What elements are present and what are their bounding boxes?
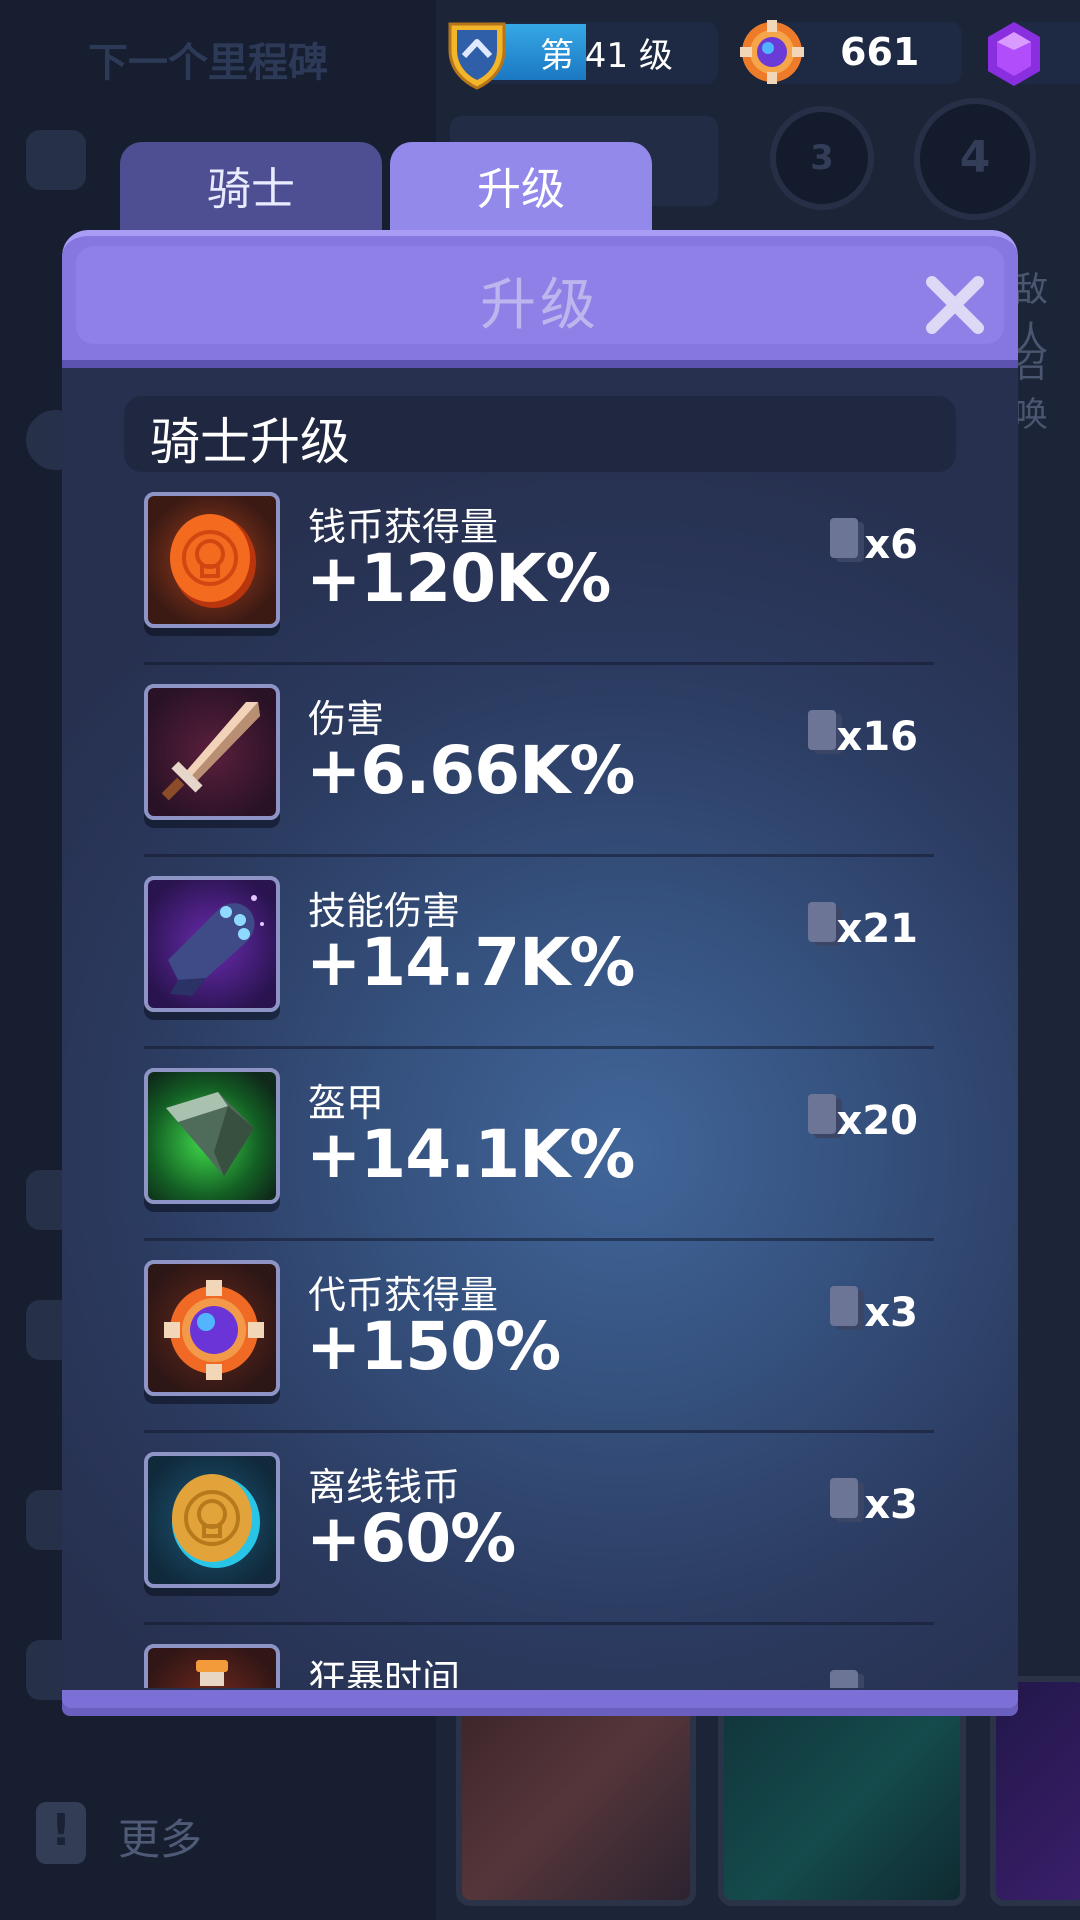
section-title: 骑士升级 bbox=[150, 413, 350, 471]
armor-plate-icon bbox=[144, 1068, 280, 1204]
stage-button-4: 4 bbox=[914, 98, 1036, 220]
upgrade-row-rage-time[interactable]: 狂暴时间 bbox=[62, 1644, 1018, 1688]
upgrade-row-damage[interactable]: 伤害 +6.66K% x16 bbox=[62, 684, 1018, 876]
upgrade-row-coin-gain[interactable]: 钱币获得量 +120K% x6 bbox=[62, 492, 1018, 684]
row-divider bbox=[144, 662, 934, 665]
token-count: 661 bbox=[840, 30, 920, 74]
next-milestone-title: 下一个里程碑 bbox=[88, 40, 328, 86]
more-label: 更多 bbox=[118, 1815, 203, 1864]
row-divider bbox=[144, 854, 934, 857]
side-menu-icon bbox=[26, 130, 86, 190]
header-shadow bbox=[62, 360, 1018, 368]
card-count: x3 bbox=[864, 1482, 918, 1528]
summon-label: 召唤 bbox=[1014, 346, 1048, 435]
modal-title: 升级 bbox=[480, 273, 600, 338]
upgrade-value: +120K% bbox=[306, 540, 611, 617]
card-stack-icon bbox=[830, 1670, 864, 1688]
gauntlet-icon bbox=[144, 876, 280, 1012]
card-count: x16 bbox=[836, 714, 918, 760]
card-count: x6 bbox=[864, 522, 918, 568]
row-divider bbox=[144, 1430, 934, 1433]
gem-icon bbox=[988, 22, 1040, 86]
token-icon bbox=[740, 20, 804, 84]
tab-knight[interactable]: 骑士 bbox=[120, 142, 382, 242]
upgrade-value: +60% bbox=[306, 1500, 516, 1577]
upgrade-value: +14.7K% bbox=[306, 924, 635, 1001]
row-divider bbox=[144, 1238, 934, 1241]
more-icon: ! bbox=[36, 1802, 86, 1864]
level-shield-icon bbox=[448, 22, 506, 90]
card-stack-icon bbox=[830, 1286, 864, 1330]
upgrade-value: +14.1K% bbox=[306, 1116, 635, 1193]
close-icon[interactable] bbox=[922, 272, 988, 338]
upgrade-value: +150% bbox=[306, 1308, 561, 1385]
card-stack-icon bbox=[830, 518, 864, 562]
upgrade-row-token-gain[interactable]: 代币获得量 +150% x3 bbox=[62, 1260, 1018, 1452]
card-stack-icon bbox=[830, 1478, 864, 1522]
card-count: x3 bbox=[864, 1290, 918, 1336]
token-icon bbox=[144, 1260, 280, 1396]
level-label: 第 41 级 bbox=[540, 36, 673, 76]
modal-bottom-edge bbox=[62, 1690, 1018, 1708]
bg-card bbox=[456, 1676, 696, 1906]
row-divider bbox=[144, 1046, 934, 1049]
upgrade-modal: 升级 骑士升级 钱币获得量 +120K% x6 伤害 +6.66K% x16 技… bbox=[62, 230, 1018, 1708]
upgrade-row-armor[interactable]: 盔甲 +14.1K% x20 bbox=[62, 1068, 1018, 1260]
upgrade-row-offline-coins[interactable]: 离线钱币 +60% x3 bbox=[62, 1452, 1018, 1644]
row-divider bbox=[144, 1622, 934, 1625]
bg-card bbox=[990, 1676, 1080, 1906]
card-count: x21 bbox=[836, 906, 918, 952]
potion-icon bbox=[144, 1644, 280, 1688]
offline-coin-icon bbox=[144, 1452, 280, 1588]
upgrade-list[interactable]: 钱币获得量 +120K% x6 伤害 +6.66K% x16 技能伤害 +14.… bbox=[62, 492, 1018, 1688]
gold-coin-icon bbox=[144, 492, 280, 628]
modal-header: 升级 bbox=[62, 230, 1018, 360]
tab-upgrade[interactable]: 升级 bbox=[390, 142, 652, 242]
upgrade-value: +6.66K% bbox=[306, 732, 635, 809]
bg-card bbox=[718, 1676, 966, 1906]
sword-icon bbox=[144, 684, 280, 820]
stage-button-3: 3 bbox=[770, 106, 874, 210]
upgrade-name: 狂暴时间 bbox=[308, 1657, 461, 1688]
upgrade-row-skill-damage[interactable]: 技能伤害 +14.7K% x21 bbox=[62, 876, 1018, 1068]
card-count: x20 bbox=[836, 1098, 918, 1144]
